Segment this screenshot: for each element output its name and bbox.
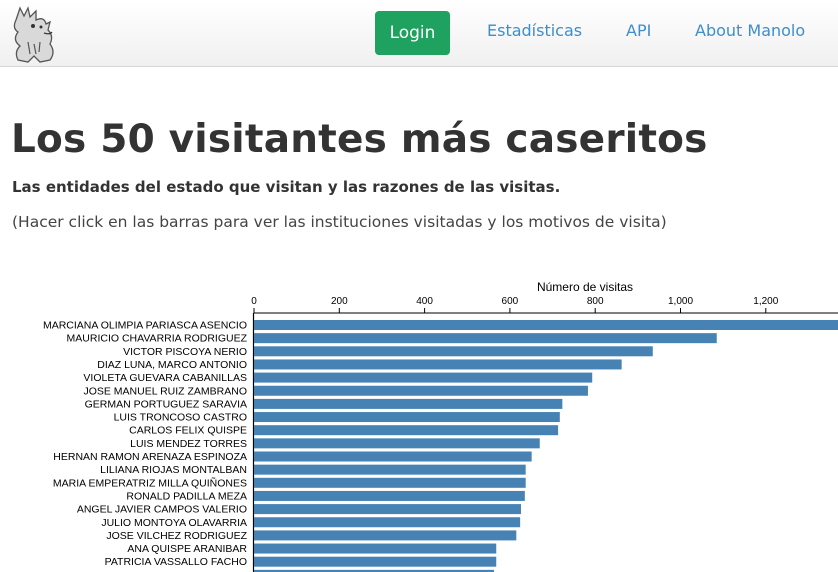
x-tick-label: 0 — [251, 296, 257, 307]
bar-label[interactable]: MAURICIO CHAVARRIA RODRIGUEZ — [67, 333, 248, 345]
bar[interactable] — [254, 464, 526, 475]
bar[interactable] — [254, 425, 559, 436]
bar[interactable] — [254, 451, 532, 462]
bar-label[interactable]: ANA QUISPE ARANIBAR — [127, 543, 247, 555]
bar[interactable] — [254, 372, 593, 383]
bar-label[interactable]: MARCIANA OLIMPIA PARIASCA ASENCIO — [43, 320, 247, 332]
bar-label[interactable]: HERNAN RAMON ARENAZA ESPINOZA — [53, 451, 247, 463]
page-title: Los 50 visitantes más caseritos — [11, 117, 708, 162]
bar-label[interactable]: DIAZ LUNA, MARCO ANTONIO — [97, 359, 247, 371]
x-tick-label: 1,000 — [668, 296, 693, 307]
login-button[interactable]: Login — [375, 11, 450, 55]
bar[interactable] — [254, 477, 526, 488]
bar[interactable] — [254, 438, 540, 449]
bar[interactable] — [254, 530, 517, 541]
nav-link-about[interactable]: About Manolo — [695, 21, 805, 41]
bar-label[interactable]: RONALD PADILLA MEZA — [126, 490, 247, 502]
bar[interactable] — [254, 543, 497, 554]
bar-label[interactable]: JOSE VILCHEZ RODRIGUEZ — [106, 530, 247, 542]
click-hint: (Hacer click en las barras para ver las … — [12, 213, 667, 231]
page-subtitle: Las entidades del estado que visitan y l… — [12, 178, 561, 196]
bar[interactable] — [254, 556, 497, 567]
bar-label[interactable]: VIOLETA GUEVARA CABANILLAS — [83, 372, 247, 384]
x-tick-label: 1,200 — [753, 296, 778, 307]
bar[interactable] — [254, 517, 521, 528]
bar-label[interactable]: LUIS TRONCOSO CASTRO — [114, 412, 247, 424]
bar-label[interactable]: VICTOR PISCOYA NERIO — [123, 346, 247, 358]
manolo-logo-icon[interactable] — [6, 2, 64, 66]
nav-link-estadisticas[interactable]: Estadísticas — [487, 21, 582, 41]
bar-label[interactable]: PATRICIA VASSALLO FACHO — [105, 556, 247, 568]
bar[interactable] — [254, 359, 622, 370]
x-tick-label: 200 — [331, 296, 348, 307]
bar[interactable] — [254, 398, 563, 409]
x-axis-title: Número de visitas — [537, 280, 633, 294]
bar-label[interactable]: LUIS MENDEZ TORRES — [130, 438, 247, 450]
bar[interactable] — [254, 504, 521, 515]
bar[interactable] — [254, 333, 717, 344]
x-tick-label: 800 — [587, 296, 604, 307]
bar-label[interactable]: CARLOS FELIX QUISPE — [129, 425, 247, 437]
bar[interactable] — [254, 346, 653, 357]
nav-link-api[interactable]: API — [626, 21, 651, 41]
bar-label[interactable]: GERMAN PORTUGUEZ SARAVIA — [85, 398, 247, 410]
bar[interactable] — [254, 490, 525, 501]
bar-label[interactable]: MARIA EMPERATRIZ MILLA QUIÑONES — [53, 476, 247, 489]
navbar: Login Estadísticas API About Manolo — [0, 0, 838, 67]
bar-label[interactable]: JULIO MONTOYA OLAVARRIA — [101, 517, 247, 529]
bar[interactable] — [254, 385, 588, 396]
visits-bar-chart: Número de visitas 0 200 400 600 800 1,000 1,200… — [43, 280, 838, 572]
bar[interactable] — [254, 320, 838, 330]
x-tick-label: 400 — [416, 296, 433, 307]
bar-label[interactable]: LILIANA RIOJAS MONTALBAN — [100, 464, 247, 476]
bar-label[interactable]: JOSE MANUEL RUIZ ZAMBRANO — [83, 385, 247, 397]
x-tick-label: 600 — [502, 296, 519, 307]
bar-label[interactable]: ANGEL JAVIER CAMPOS VALERIO — [77, 504, 247, 516]
bar[interactable] — [254, 412, 560, 423]
